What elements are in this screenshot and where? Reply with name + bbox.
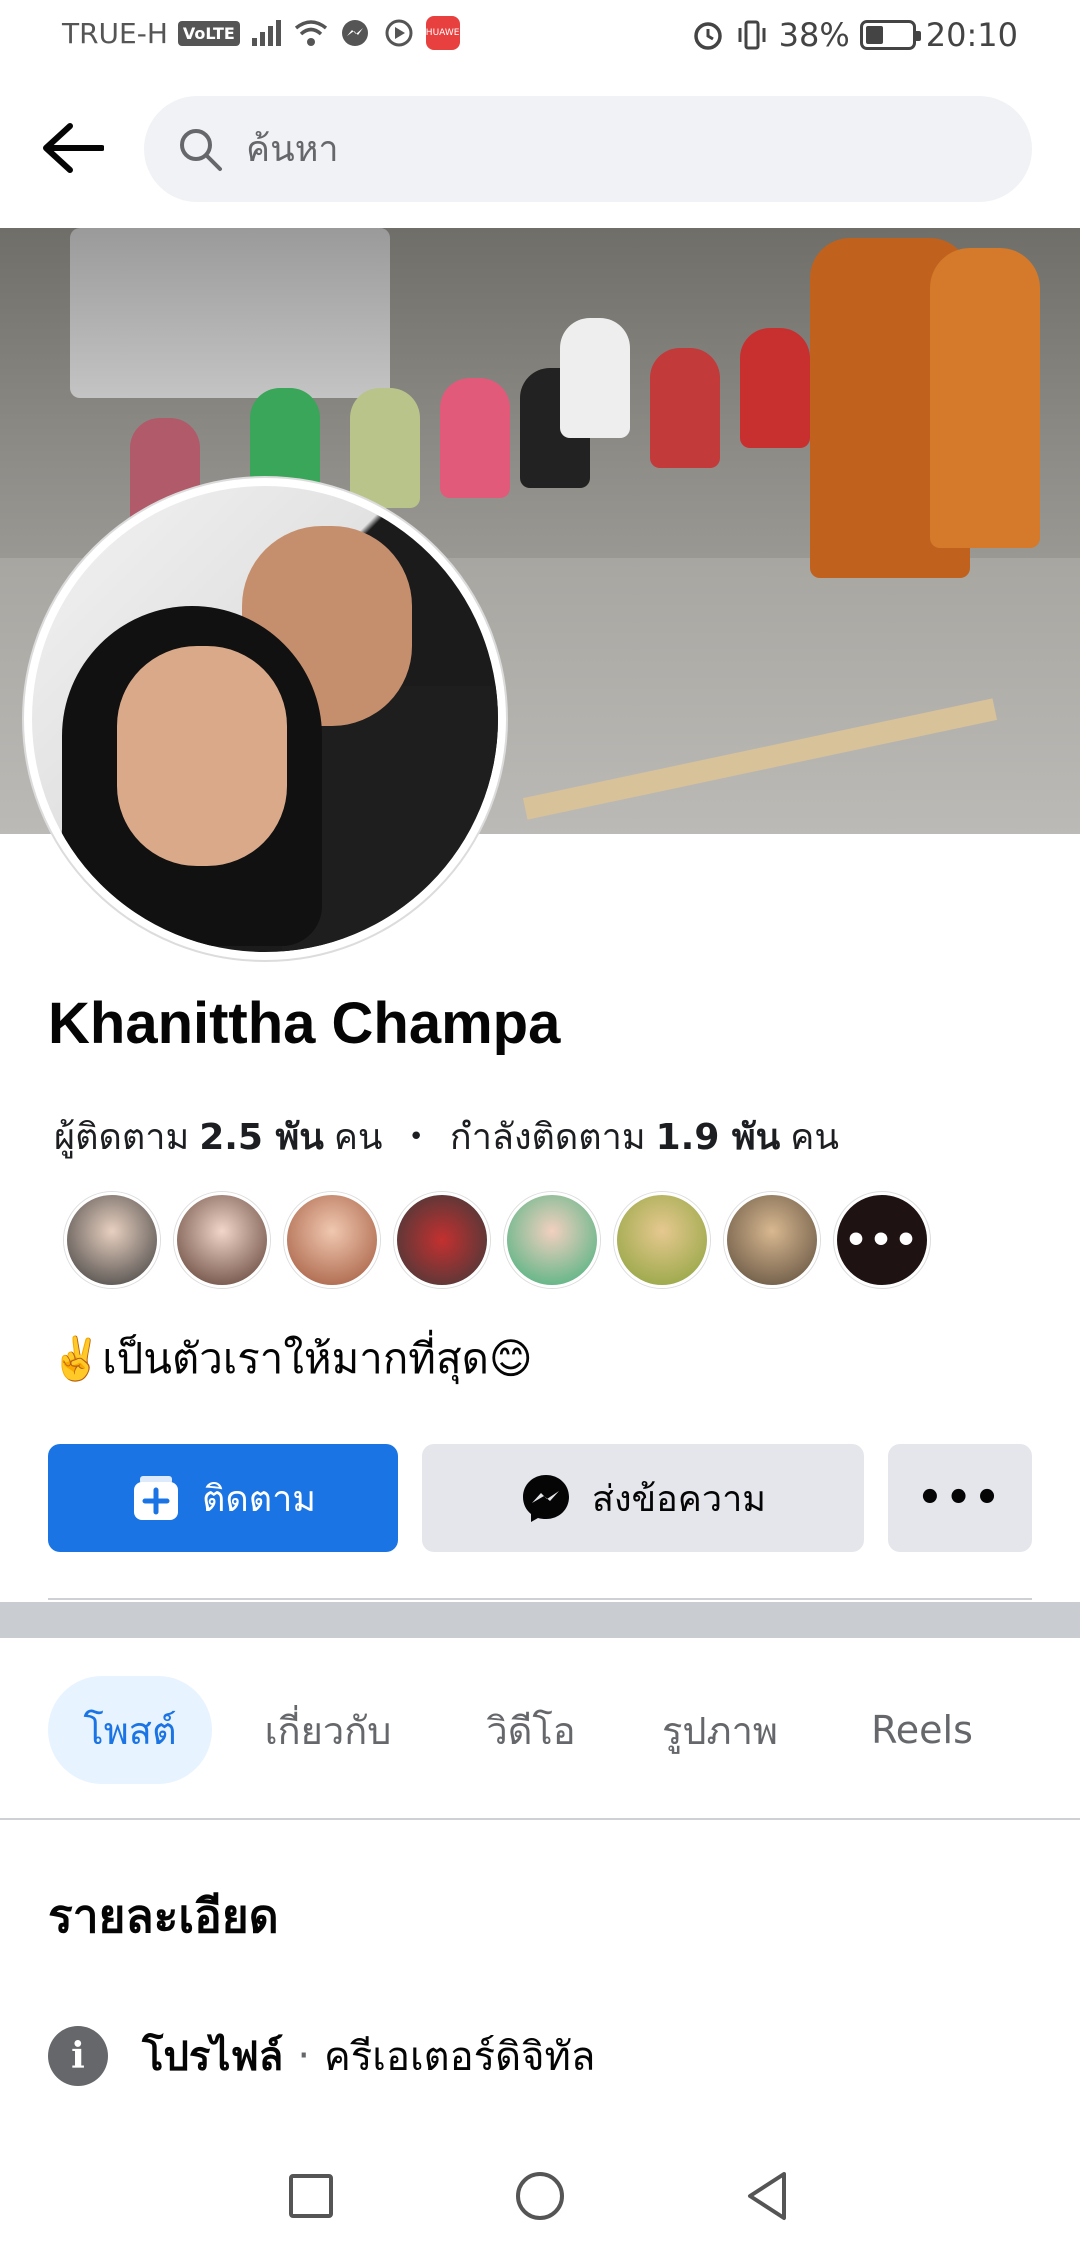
volte-badge: VoLTE bbox=[177, 20, 240, 46]
detail-profile-label: โปรไฟล์ bbox=[142, 2034, 284, 2080]
follow-stats: ผู้ติดตาม 2.5 พัน คน • กำลังติดตาม 1.9 พ… bbox=[54, 1108, 839, 1165]
back-arrow-icon bbox=[43, 123, 104, 173]
back-button[interactable] bbox=[36, 112, 108, 184]
profile-avatar[interactable] bbox=[22, 476, 508, 962]
followers-unit: คน bbox=[333, 1117, 383, 1158]
battery-icon bbox=[859, 20, 921, 50]
profile-name: Khanittha Champa bbox=[48, 991, 561, 1056]
messenger-icon bbox=[522, 1475, 569, 1522]
battery-percent: 38% bbox=[778, 16, 850, 54]
friend-avatar[interactable] bbox=[284, 1192, 380, 1288]
stats-separator: • bbox=[408, 1121, 424, 1152]
clock: 20:10 bbox=[925, 16, 1018, 54]
friend-avatar[interactable] bbox=[394, 1192, 490, 1288]
mutual-friends-row: ••• bbox=[64, 1192, 930, 1288]
friend-avatar[interactable] bbox=[504, 1192, 600, 1288]
cover-monk bbox=[930, 248, 1040, 548]
divider bbox=[48, 1598, 1032, 1600]
carrier-label: TRUE-H bbox=[62, 16, 168, 50]
following-label[interactable]: กำลังติดตาม bbox=[450, 1108, 646, 1165]
following-unit: คน bbox=[790, 1117, 839, 1158]
app-notification-icon bbox=[385, 19, 413, 47]
cover-person bbox=[350, 388, 420, 508]
message-button[interactable]: ส่งข้อความ bbox=[422, 1444, 864, 1552]
search-icon bbox=[180, 129, 222, 171]
cover-person bbox=[560, 318, 630, 438]
status-right: 38% 20:10 bbox=[691, 16, 1018, 54]
search-input[interactable] bbox=[244, 127, 944, 171]
detail-separator: · bbox=[297, 2033, 311, 2079]
more-friends-button[interactable]: ••• bbox=[834, 1192, 930, 1288]
messenger-notification-icon bbox=[341, 20, 368, 46]
cover-truck bbox=[70, 228, 390, 398]
friend-avatar[interactable] bbox=[614, 1192, 710, 1288]
alarm-icon bbox=[693, 22, 722, 50]
status-left: TRUE-H VoLTE HUAWEI bbox=[62, 16, 462, 50]
vibrate-icon bbox=[738, 20, 766, 50]
follow-button[interactable]: ติดตาม bbox=[48, 1444, 398, 1552]
details-heading: รายละเอียด bbox=[48, 1889, 279, 1943]
status-bar: TRUE-H VoLTE HUAWEI 38% 20:10 bbox=[0, 0, 1080, 72]
friend-avatar[interactable] bbox=[64, 1192, 160, 1288]
home-button[interactable] bbox=[512, 2168, 568, 2224]
tab-videos[interactable]: วิดีโอ bbox=[444, 1676, 618, 1784]
detail-profile-row: i โปรไฟล์ · ครีเอเตอร์ดิจิทัล bbox=[48, 2024, 595, 2088]
tab-about[interactable]: เกี่ยวกับ bbox=[212, 1676, 444, 1784]
more-options-button[interactable]: ••• bbox=[888, 1444, 1032, 1552]
cover-person bbox=[440, 378, 510, 498]
avatar-photo bbox=[32, 486, 498, 952]
cover-person bbox=[740, 328, 810, 448]
signal-icon bbox=[251, 20, 281, 46]
section-separator bbox=[0, 1602, 1080, 1638]
follow-icon bbox=[133, 1476, 178, 1520]
followers-count[interactable]: 2.5 พัน bbox=[199, 1108, 324, 1165]
info-icon: i bbox=[48, 2026, 108, 2086]
profile-bio: ✌️เป็นตัวเราให้มากที่สุด😊 bbox=[50, 1334, 533, 1383]
detail-profile-value: ครีเอเตอร์ดิจิทัล bbox=[324, 2034, 596, 2080]
tab-posts[interactable]: โพสต์ bbox=[48, 1676, 212, 1784]
search-bar[interactable] bbox=[144, 96, 1032, 202]
wifi-icon bbox=[294, 20, 327, 46]
profile-tabs: โพสต์ เกี่ยวกับ วิดีโอ รูปภาพ Reels bbox=[48, 1676, 1022, 1784]
message-button-label: ส่งข้อความ bbox=[591, 1478, 767, 1520]
follow-button-label: ติดตาม bbox=[201, 1478, 317, 1520]
friend-avatar[interactable] bbox=[724, 1192, 820, 1288]
friend-avatar[interactable] bbox=[174, 1192, 270, 1288]
tabs-divider bbox=[0, 1818, 1080, 1820]
recent-apps-button[interactable] bbox=[283, 2168, 339, 2224]
following-count[interactable]: 1.9 พัน bbox=[656, 1108, 781, 1165]
followers-label[interactable]: ผู้ติดตาม bbox=[54, 1108, 189, 1165]
cover-person bbox=[650, 348, 720, 468]
huawei-app-icon: HUAWEI bbox=[425, 16, 462, 50]
avatar-face-woman bbox=[117, 646, 287, 866]
tab-reels[interactable]: Reels bbox=[822, 1676, 1022, 1784]
tab-photos[interactable]: รูปภาพ bbox=[618, 1676, 822, 1784]
nav-back-button[interactable] bbox=[740, 2168, 796, 2224]
